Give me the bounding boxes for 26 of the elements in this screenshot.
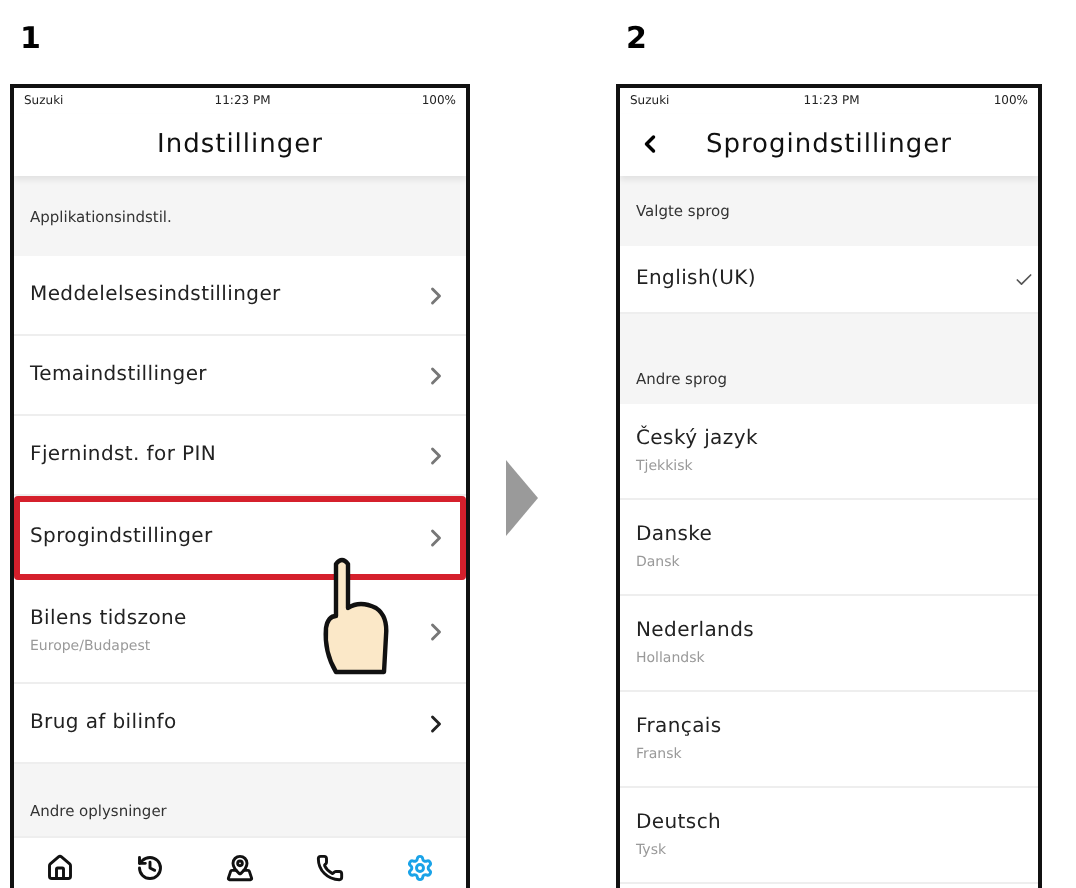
settings-row[interactable]: Meddelelsesindstillinger [14,256,466,336]
row-label: Brug af bilinfo [30,712,177,734]
tab-button[interactable] [45,854,74,882]
step-number: 1 [20,18,41,60]
row-label: Meddelelsesindstillinger [30,284,281,306]
settings-row[interactable]: Sprogindstillinger [14,496,466,580]
row-label: Sprogindstillinger [30,526,213,548]
step-number: 2 [626,18,647,60]
next-step-arrow-icon [505,460,537,536]
screen-title: Indstillinger [157,130,323,160]
tab-button[interactable] [135,854,164,882]
settings-row[interactable]: Fjernindst. for PIN [14,416,466,496]
row-label: Český jazyk [636,428,758,450]
row-label: Nederlands [636,620,755,642]
tab-button[interactable] [225,854,254,882]
row-label: English(UK) [636,268,756,290]
row-label: Bilens tidszone [30,608,187,630]
screen-title: Sprogindstillinger [705,130,953,160]
row-label: Français [636,716,722,738]
row-label: Temaindstillinger [30,364,207,386]
tab-button[interactable] [316,854,345,882]
row-label: Deutsch [636,812,722,834]
row-label: Fjernindst. for PIN [30,444,217,466]
pointing-hand-icon [320,556,392,680]
row-label: Danske [636,524,713,546]
settings-row[interactable]: Temaindstillinger [14,336,466,416]
